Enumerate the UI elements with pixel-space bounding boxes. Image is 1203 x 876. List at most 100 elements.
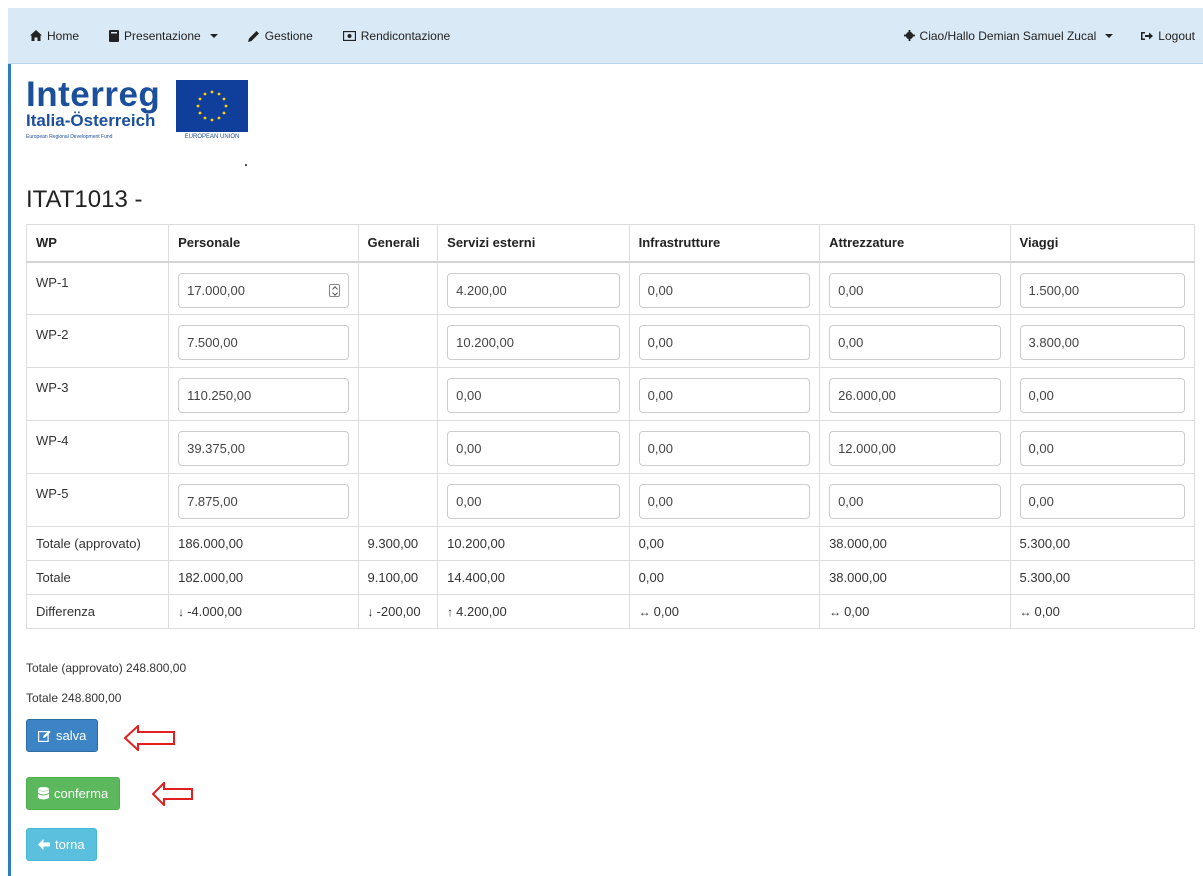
col-header-wp: WP — [25, 224, 170, 263]
torna-button[interactable]: torna — [26, 828, 97, 861]
nav-presentazione-label: Presentazione — [124, 28, 201, 43]
pencil-icon — [247, 30, 259, 42]
eu-logo: EUROPEAN UNION — [176, 80, 248, 142]
servizi-esterni-input[interactable]: 0,00 — [447, 431, 620, 466]
viaggi-input[interactable]: 0,00 — [1019, 484, 1185, 519]
nav-gestione-label: Gestione — [264, 28, 313, 43]
wp-label: WP-4 — [25, 420, 170, 474]
logo-fund: European Regional Development Fund — [26, 134, 113, 140]
infrastrutture-input[interactable]: 0,00 — [638, 484, 811, 519]
value-cell: 5.300,00 — [1009, 526, 1196, 561]
nav-logout[interactable]: Logout — [1141, 29, 1195, 43]
page-title: ITAT1013 - — [26, 186, 143, 213]
diff-value: 0,00 — [844, 604, 870, 619]
attrezzature-input[interactable]: 0,00 — [829, 325, 1001, 360]
summary-totale: Totale 248.800,00 — [26, 691, 122, 705]
generali-cell — [357, 420, 439, 474]
personale-input[interactable]: 7.500,00 — [178, 325, 349, 360]
personale-input[interactable]: 7.875,00 — [178, 484, 349, 519]
table-row-differenza: Differenza ↓ -4.000,00 ↓ -200,00 ↑ 4.200,00… — [25, 594, 1196, 629]
top-navbar: Home Presentazione Gestione Rendicontazi… — [8, 8, 1203, 64]
col-header-servizi-esterni: Servizi esterni — [437, 224, 630, 263]
value-cell: 10.200,00 — [437, 526, 630, 561]
col-header-infrastrutture: Infrastrutture — [628, 224, 821, 263]
salva-button[interactable]: salva — [26, 719, 99, 752]
servizi-esterni-input[interactable]: 4.200,00 — [447, 272, 620, 308]
value-cell: 182.000,00 — [168, 560, 359, 595]
chevron-down-icon — [1105, 33, 1114, 38]
arrow-down-icon: ↓ — [178, 605, 185, 619]
annotation-arrow-icon — [124, 725, 175, 751]
logout-icon — [1141, 31, 1154, 40]
attrezzature-input[interactable]: 0,00 — [829, 272, 1001, 308]
wp-label: WP-2 — [25, 314, 170, 368]
viaggi-input[interactable]: 0,00 — [1019, 378, 1185, 413]
decorative-dot — [245, 164, 247, 166]
table-row-wp-5: WP-5 7.875,00 0,00 0,00 0,00 0,00 — [25, 473, 1196, 527]
personale-input[interactable]: 39.375,00 — [178, 431, 349, 466]
servizi-esterni-input[interactable]: 0,00 — [447, 378, 620, 413]
nav-home[interactable]: Home — [30, 29, 79, 43]
table-row-wp-1: WP-1 17.000,00 4.200,00 0,00 0,00 1.500,… — [25, 261, 1196, 315]
viaggi-input[interactable]: 3.800,00 — [1019, 325, 1185, 360]
infrastrutture-input[interactable]: 0,00 — [638, 272, 811, 308]
book-icon — [109, 29, 120, 42]
nav-presentazione-dropdown[interactable]: Presentazione — [109, 29, 218, 43]
interreg-logo: Interreg Italia-Österreich European Regi… — [26, 77, 176, 150]
infrastrutture-input[interactable]: 0,00 — [638, 378, 811, 413]
diff-value: -4.000,00 — [187, 604, 243, 619]
arrow-horizontal-icon: ↔ — [829, 605, 842, 619]
generali-cell — [357, 473, 439, 527]
database-icon — [38, 787, 49, 800]
nav-home-label: Home — [47, 28, 80, 43]
personale-input[interactable]: 17.000,00 — [178, 272, 349, 308]
nav-gestione[interactable]: Gestione — [247, 28, 313, 43]
wp-label: WP-3 — [25, 367, 170, 421]
logo-subtitle: Italia-Österreich — [26, 111, 156, 130]
infrastrutture-input[interactable]: 0,00 — [638, 325, 811, 360]
conferma-button[interactable]: conferma — [26, 777, 121, 810]
diff-value: 0,00 — [1034, 604, 1060, 619]
table-row-totale-approvato: Totale (approvato) 186.000,00 9.300,00 1… — [25, 526, 1196, 561]
viaggi-input[interactable]: 1.500,00 — [1019, 272, 1185, 308]
table-row-wp-2: WP-2 7.500,00 10.200,00 0,00 0,00 3.800,… — [25, 314, 1196, 368]
home-icon — [30, 30, 42, 41]
arrow-horizontal-icon: ↔ — [1019, 605, 1032, 619]
row-label: Differenza — [25, 594, 170, 629]
nav-rendicontazione-label: Rendicontazione — [360, 28, 451, 43]
table-row-wp-4: WP-4 39.375,00 0,00 0,00 12.000,00 0,00 — [25, 420, 1196, 474]
value-cell: 186.000,00 — [168, 526, 359, 561]
col-header-personale: Personale — [168, 224, 359, 263]
conferma-button-label: conferma — [54, 786, 109, 801]
generali-cell — [357, 261, 439, 315]
value-cell: 5.300,00 — [1009, 560, 1196, 595]
attrezzature-input[interactable]: 26.000,00 — [829, 378, 1001, 413]
torna-button-label: torna — [55, 837, 85, 852]
row-label: Totale (approvato) — [25, 526, 170, 561]
col-header-generali: Generali — [357, 224, 439, 263]
value-cell: 38.000,00 — [819, 560, 1011, 595]
nav-user-dropdown[interactable]: Ciao/Hallo Demian Samuel Zucal — [903, 29, 1114, 43]
infrastrutture-input[interactable]: 0,00 — [638, 431, 811, 466]
personale-input[interactable]: 110.250,00 — [178, 378, 349, 413]
arrow-horizontal-icon: ↔ — [638, 605, 651, 619]
col-header-viaggi: Viaggi — [1009, 224, 1196, 263]
attrezzature-input[interactable]: 0,00 — [829, 484, 1001, 519]
table-row-wp-3: WP-3 110.250,00 0,00 0,00 26.000,00 0,00 — [25, 367, 1196, 421]
diff-value: -200,00 — [376, 604, 421, 619]
edit-icon — [38, 730, 51, 742]
left-accent-bar — [8, 8, 11, 876]
stepper-icon[interactable] — [328, 283, 340, 297]
col-header-attrezzature: Attrezzature — [819, 224, 1011, 263]
summary-totale-approvato: Totale (approvato) 248.800,00 — [26, 661, 187, 675]
table-row-totale: Totale 182.000,00 9.100,00 14.400,00 0,0… — [25, 560, 1196, 595]
diff-value: 0,00 — [653, 604, 679, 619]
generali-cell — [357, 367, 439, 421]
viaggi-input[interactable]: 0,00 — [1019, 431, 1185, 466]
value-cell: 14.400,00 — [437, 560, 630, 595]
servizi-esterni-input[interactable]: 0,00 — [447, 484, 620, 519]
servizi-esterni-input[interactable]: 10.200,00 — [447, 325, 620, 360]
nav-rendicontazione[interactable]: Rendicontazione — [342, 28, 451, 43]
table-header-row: WP Personale Generali Servizi esterni In… — [25, 224, 1196, 263]
attrezzature-input[interactable]: 12.000,00 — [829, 431, 1001, 466]
